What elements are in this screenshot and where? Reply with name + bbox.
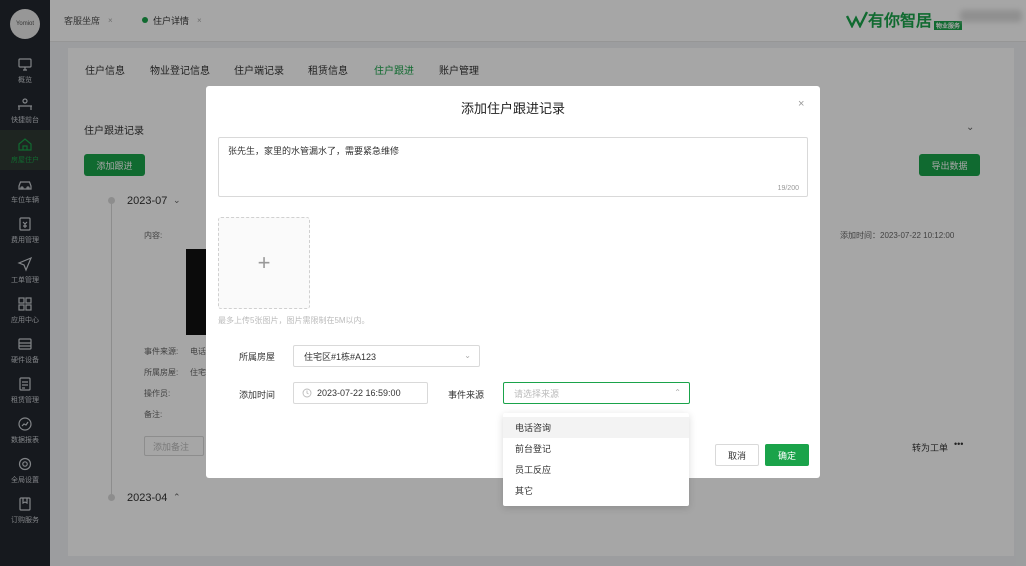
- clock-icon: [302, 388, 312, 398]
- modal-title: 添加住户跟进记录: [460, 101, 565, 116]
- dropdown-option[interactable]: 其它: [503, 480, 689, 501]
- chevron-up-icon: ⌃: [674, 388, 681, 397]
- upload-hint: 最多上传5张图片，图片需限制在5M以内。: [218, 316, 370, 325]
- dropdown-option[interactable]: 员工反应: [503, 459, 689, 480]
- room-field-label: 所属房屋: [239, 352, 276, 362]
- dropdown-option[interactable]: 电话咨询: [503, 417, 689, 438]
- event-source-select[interactable]: 请选择来源 ⌃: [503, 382, 690, 404]
- room-select[interactable]: 住宅区#1栋#A123 ⌄: [293, 345, 480, 367]
- source-select-placeholder: 请选择来源: [514, 388, 560, 399]
- image-upload-button[interactable]: +: [218, 217, 310, 309]
- time-field-label: 添加时间: [239, 390, 276, 400]
- cancel-button[interactable]: 取消: [715, 444, 759, 466]
- char-counter: 19/200: [777, 185, 799, 192]
- followup-content-textarea[interactable]: 张先生，家里的水管漏水了，需要紧急维修 19/200: [218, 137, 808, 197]
- room-select-value: 住宅区#1栋#A123: [304, 351, 377, 362]
- confirm-button[interactable]: 确定: [765, 444, 809, 466]
- close-icon[interactable]: ×: [798, 98, 804, 110]
- source-field-label: 事件来源: [448, 390, 485, 400]
- chevron-down-icon: ⌄: [464, 351, 471, 360]
- event-source-dropdown: 电话咨询 前台登记 员工反应 其它: [503, 413, 689, 506]
- time-picker[interactable]: 2023-07-22 16:59:00: [293, 382, 428, 404]
- dropdown-option[interactable]: 前台登记: [503, 438, 689, 459]
- textarea-value: 张先生，家里的水管漏水了，需要紧急维修: [228, 146, 400, 156]
- plus-icon: +: [257, 250, 271, 275]
- time-picker-value: 2023-07-22 16:59:00: [317, 388, 401, 398]
